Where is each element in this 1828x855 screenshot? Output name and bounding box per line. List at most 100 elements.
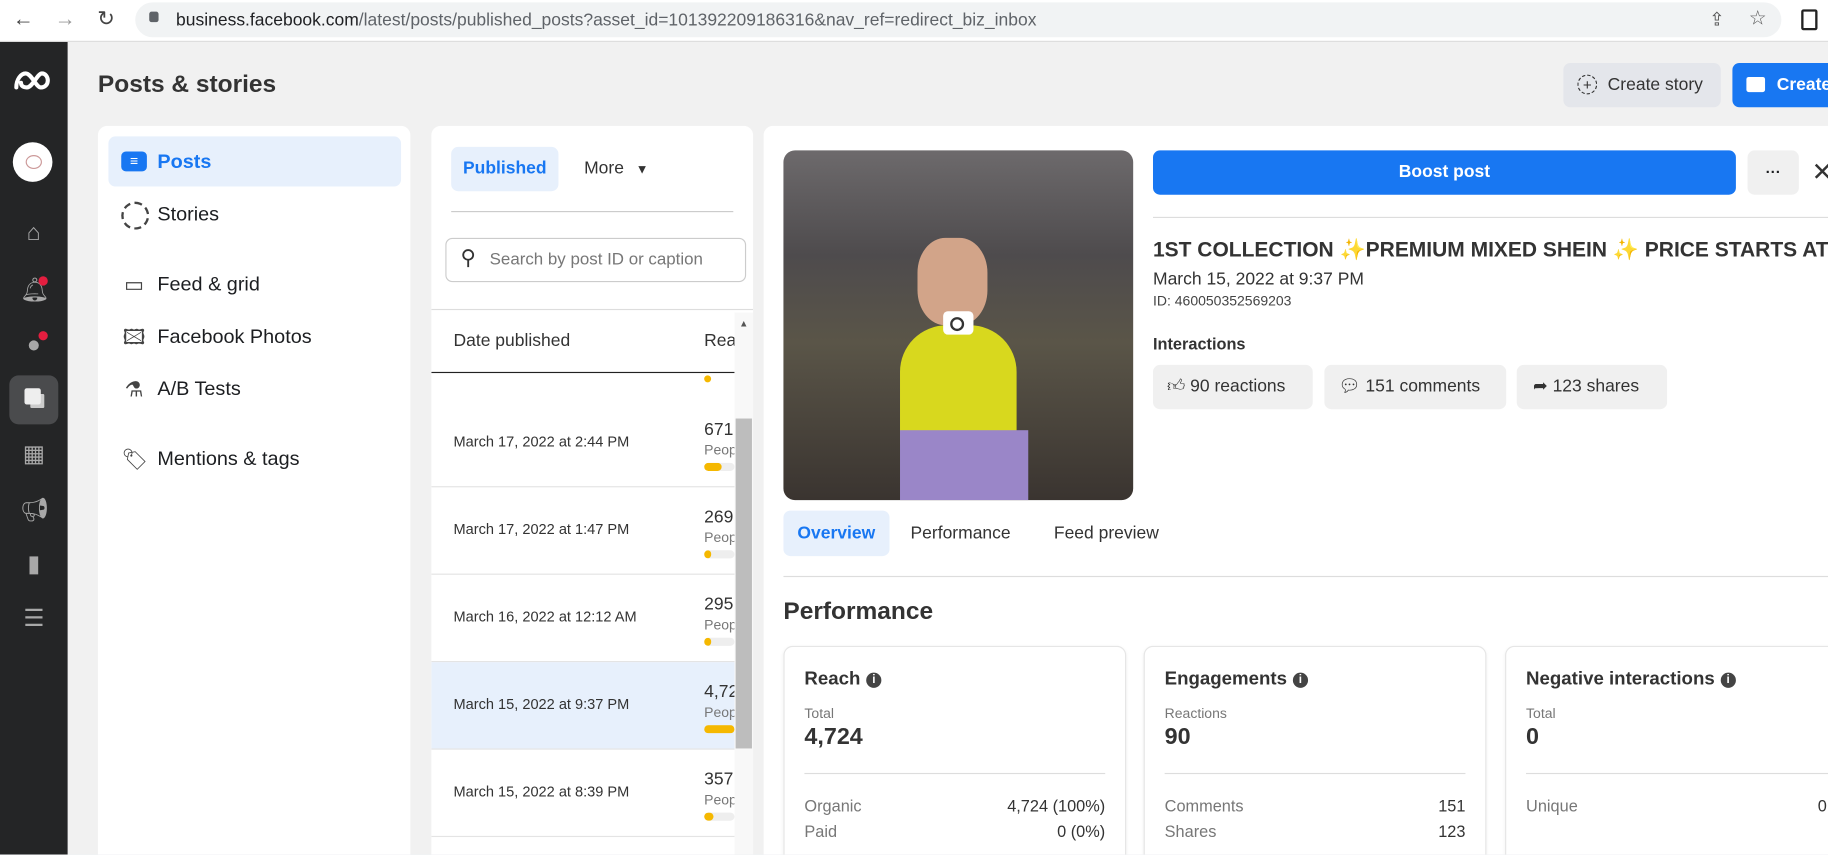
post-date: March 16, 2022 at 12:12 AM (453, 608, 637, 625)
column-header-date[interactable]: Date published (454, 331, 571, 351)
close-icon[interactable]: ✕ (1812, 157, 1828, 187)
meta-logo-icon[interactable] (12, 69, 56, 95)
calendar-icon[interactable]: ▦ (20, 441, 48, 469)
thumbnail-skirt (900, 430, 1029, 501)
search-icon: ⚲ (460, 245, 476, 270)
post-date: March 15, 2022 at 9:37 PM (1152, 269, 1364, 290)
sidepanel-icon[interactable] (1801, 9, 1818, 31)
posts-stories-nav-button[interactable] (9, 375, 59, 425)
card-sublabel: Total (1526, 705, 1556, 722)
reach-bar (704, 550, 735, 559)
nav-item-facebook-photos[interactable]: 🖾 Facebook Photos (108, 311, 401, 361)
search-input[interactable]: ⚲ Search by post ID or caption (445, 237, 747, 283)
shares-chip[interactable]: ➦ 123 shares (1516, 364, 1668, 410)
share-icon[interactable]: ⇪ (1709, 8, 1725, 31)
nav-label: Facebook Photos (157, 325, 312, 348)
video-icon (943, 311, 974, 335)
tab-feed-preview[interactable]: Feed preview (1040, 511, 1173, 556)
tag-icon: 🏷︎ (121, 447, 148, 471)
info-icon[interactable]: i (1720, 672, 1736, 688)
scrollbar-thumb[interactable] (735, 418, 752, 749)
insights-icon[interactable]: ▮ (20, 550, 48, 578)
shares-count: 123 shares (1552, 376, 1640, 397)
post-date: March 17, 2022 at 2:44 PM (453, 433, 630, 451)
reach-card: Reach i Total 4,724 Organic 4,724 (100%) … (783, 645, 1127, 855)
divider (1164, 772, 1466, 775)
ads-megaphone-icon[interactable]: 📢︎ (20, 497, 50, 525)
nav-item-feed-grid[interactable]: ▭ Feed & grid (108, 259, 401, 309)
reach-bar (704, 637, 735, 646)
reach-bar-fill (704, 637, 712, 646)
engagements-card: Engagements i Reactions 90 Comments 151 S… (1143, 645, 1487, 855)
nav-label: Mentions & tags (157, 447, 300, 470)
card-value: 0 (1526, 723, 1540, 750)
page-avatar[interactable] (12, 142, 53, 182)
nav-item-stories[interactable]: Stories (108, 189, 401, 239)
card-sublabel: Reactions (1164, 705, 1227, 722)
reach-bar-fill (704, 812, 714, 821)
thumbs-up-icon: 👍︎ (1166, 376, 1186, 397)
post-row[interactable]: March 15, 2022 at 8:39 PM 357People reach… (431, 750, 735, 838)
list-scrollbar[interactable]: ▲ (734, 312, 754, 855)
scroll-up-icon[interactable]: ▲ (739, 318, 748, 328)
reactions-chip[interactable]: 👍︎ 90 reactions (1152, 364, 1313, 410)
star-icon[interactable]: ☆ (1749, 7, 1767, 30)
tab-overview[interactable]: Overview (783, 510, 890, 557)
global-nav-rail: ⌂ 🔔︎ ● ▦ 📢︎ ▮ ☰ (0, 41, 68, 855)
nav-label: Stories (157, 202, 220, 226)
menu-icon[interactable]: ☰ (20, 605, 48, 633)
photos-icon: 🖾 (122, 325, 146, 349)
back-icon[interactable]: ← (10, 7, 36, 31)
post-row[interactable]: March 17, 2022 at 1:47 PM 269 People reach… (431, 487, 735, 575)
more-options-button[interactable]: ··· (1747, 150, 1799, 195)
create-story-button[interactable]: + Create story (1563, 62, 1721, 108)
post-row[interactable]: March 15, 2022 at 9:37 PM 4,724 People rea… (431, 662, 735, 750)
divider (783, 575, 1828, 578)
boost-post-button[interactable]: Boost post (1152, 150, 1736, 195)
reload-icon[interactable]: ↻ (93, 7, 119, 31)
card-title: Negative interactions (1526, 669, 1715, 689)
metric-label: Comments (1164, 796, 1244, 815)
create-story-label: Create story (1607, 74, 1703, 95)
share-arrow-icon: ➦ (1533, 376, 1548, 397)
post-icon (1746, 76, 1766, 93)
comments-count: 151 comments (1365, 376, 1481, 397)
post-video-thumbnail[interactable] (783, 150, 1134, 501)
divider (431, 308, 754, 311)
tab-performance[interactable]: Performance (897, 511, 1025, 556)
home-icon[interactable]: ⌂ (20, 219, 48, 247)
nav-label: Posts (157, 150, 212, 173)
create-label: Create (1776, 74, 1828, 95)
flask-icon: ⚗ (124, 377, 144, 402)
reach-label: People reached (704, 441, 734, 459)
nav-item-posts[interactable]: ≡ Posts (108, 136, 402, 187)
browser-toolbar: ← → ↻ business.facebook.com/latest/posts… (0, 0, 1828, 42)
info-icon[interactable]: i (1292, 672, 1308, 688)
url-path: /latest/posts/published_posts?asset_id=1… (358, 10, 1037, 31)
column-header-reach[interactable]: Reach (704, 331, 734, 351)
content-icon (24, 388, 41, 405)
interactions-label: Interactions (1152, 334, 1246, 354)
reach-bar-fill (704, 462, 722, 471)
reach-value: 269 (704, 507, 734, 527)
comments-chip[interactable]: 💬︎ 151 comments (1324, 364, 1507, 410)
metric-label: Paid (804, 821, 838, 841)
card-value: 4,724 (804, 723, 863, 750)
post-row[interactable]: March 16, 2022 at 12:12 AM 295People reac… (431, 575, 735, 663)
nav-item-ab-tests[interactable]: ⚗ A/B Tests (108, 364, 401, 414)
nav-item-mentions-tags[interactable]: 🏷︎ Mentions & tags (108, 434, 401, 484)
post-row[interactable]: March 17, 2022 at 2:44 PM 671People reach… (431, 400, 735, 488)
comment-icon: 💬︎ (1338, 376, 1361, 397)
post-date: March 17, 2022 at 1:47 PM (453, 521, 630, 538)
search-placeholder: Search by post ID or caption (489, 250, 703, 270)
info-icon[interactable]: i (866, 672, 882, 688)
forward-icon[interactable]: → (52, 7, 78, 31)
address-bar[interactable]: business.facebook.com/latest/posts/publi… (135, 2, 1782, 38)
divider (451, 211, 734, 213)
tab-more[interactable]: More ▼ (584, 147, 648, 191)
create-post-button[interactable]: Create (1732, 62, 1828, 108)
card-sublabel: Total (804, 705, 834, 722)
tab-published[interactable]: Published (451, 146, 559, 192)
reach-label: People reached (704, 529, 734, 546)
metric-label: Unique (1526, 796, 1578, 815)
